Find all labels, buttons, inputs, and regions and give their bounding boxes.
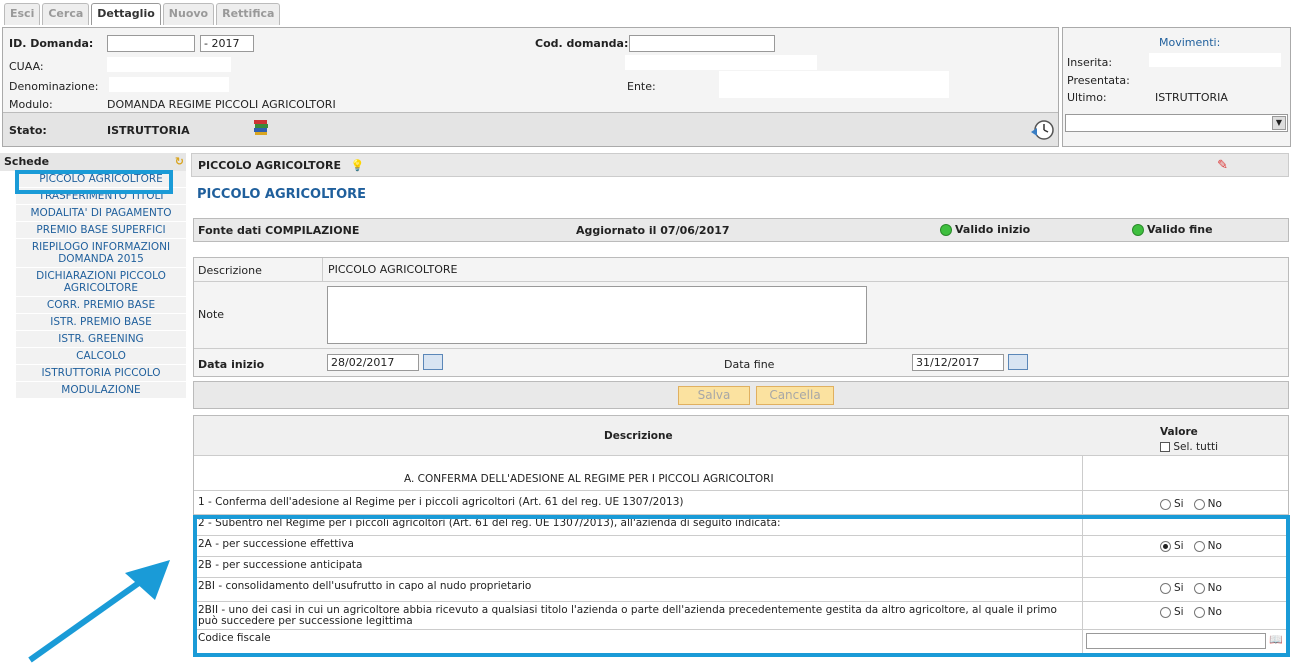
sidebar-item[interactable]: DICHIARAZIONI PICCOLO AGRICOLTORE <box>16 268 186 297</box>
table-header: Descrizione Valore Sel. tutti <box>194 416 1288 456</box>
sidebar-item[interactable]: PREMIO BASE SUPERFICI <box>16 222 186 239</box>
arrow-annotation <box>28 560 170 663</box>
refresh-icon[interactable]: ↻ <box>175 155 184 168</box>
tab-nuovo[interactable]: Nuovo <box>162 3 215 25</box>
tab-rettifica[interactable]: Rettifica <box>216 3 281 25</box>
sidebar-item[interactable]: CALCOLO <box>16 348 186 365</box>
row-text: 1 - Conferma dell'adesione al Regime per… <box>198 496 684 508</box>
chevron-down-icon: ▼ <box>1272 116 1286 130</box>
ente-label: Ente: <box>627 80 656 93</box>
cod-domanda-input[interactable] <box>629 35 775 52</box>
domanda-header: ID. Domanda: - 2017 Cod. domanda: CUAA: … <box>2 27 1059 147</box>
highlight-sidebar-box <box>15 170 173 194</box>
main-header-title: PICCOLO AGRICOLTORE <box>198 159 342 172</box>
sidebar-title: Schede <box>4 155 50 168</box>
sel-tutti[interactable]: Sel. tutti <box>1160 441 1218 453</box>
presentata-label: Presentata: <box>1067 74 1130 87</box>
calendar-icon[interactable] <box>1008 354 1028 370</box>
sidebar-header: Schede ↻ <box>0 153 186 171</box>
descrizione-value: PICCOLO AGRICOLTORE <box>328 263 458 276</box>
sidebar-item[interactable]: RIEPILOGO INFORMAZIONI DOMANDA 2015 <box>16 239 186 268</box>
highlight-box <box>193 515 1290 657</box>
valido-fine-label: Valido fine <box>1147 223 1213 236</box>
id-domanda-input[interactable] <box>107 35 195 52</box>
radio-no-label: No <box>1207 498 1222 510</box>
ultimo-label: Ultimo: <box>1067 91 1107 104</box>
sidebar-item[interactable]: CORR. PREMIO BASE <box>16 297 186 314</box>
inserita-value <box>1149 53 1281 67</box>
stato-value: ISTRUTTORIA <box>107 124 190 137</box>
sidebar-list: PICCOLO AGRICOLTORE TRASFERIMENTO TITOLI M… <box>0 171 186 399</box>
main-header: PICCOLO AGRICOLTORE 💡 ✎ <box>191 153 1289 177</box>
tab-cerca[interactable]: Cerca <box>42 3 90 25</box>
salva-button[interactable]: Salva <box>678 386 750 405</box>
sidebar-item[interactable]: ISTR. GREENING <box>16 331 186 348</box>
ente-code-value <box>625 55 817 70</box>
history-icon[interactable] <box>1029 118 1055 142</box>
movimenti-panel: Movimenti: Inserita: Presentata: Ultimo:… <box>1062 27 1291 147</box>
descrizione-row: Descrizione PICCOLO AGRICOLTORE <box>194 258 1288 282</box>
cuaa-label: CUAA: <box>9 60 44 73</box>
movimenti-select[interactable]: ▼ <box>1065 114 1288 132</box>
sidebar-item[interactable]: MODALITA' DI PAGAMENTO <box>16 205 186 222</box>
books-icon[interactable] <box>253 118 269 136</box>
cuaa-value <box>107 57 231 72</box>
id-year-input[interactable]: - 2017 <box>200 35 254 52</box>
descrizione-label: Descrizione <box>198 264 262 277</box>
si-no-radio-group[interactable]: Si No <box>1160 498 1222 510</box>
denominazione-value <box>109 77 229 92</box>
pencil-icon[interactable]: ✎ <box>1217 158 1228 173</box>
id-year-value: 2017 <box>211 37 240 50</box>
section-a-text: A. CONFERMA DELL'ADESIONE AL REGIME PER … <box>404 473 774 485</box>
action-bar: Salva Cancella <box>193 381 1289 409</box>
data-fine-label: Data fine <box>724 358 775 371</box>
valido-fine: Valido fine <box>1132 223 1213 236</box>
green-status-icon <box>940 224 952 236</box>
calendar-icon[interactable] <box>423 354 443 370</box>
denominazione-label: Denominazione: <box>9 80 99 93</box>
data-inizio-input[interactable]: 28/02/2017 <box>327 354 419 371</box>
note-label: Note <box>198 308 225 321</box>
section-title: PICCOLO AGRICOLTORE <box>197 187 367 202</box>
ultimo-value: ISTRUTTORIA <box>1155 91 1228 104</box>
stato-bar: Stato: ISTRUTTORIA <box>3 112 1058 146</box>
valido-inizio: Valido inizio <box>940 223 1030 236</box>
modulo-value: DOMANDA REGIME PICCOLI AGRICOLTORI <box>107 98 336 111</box>
date-row: Data inizio 28/02/2017 Data fine 31/12/2… <box>194 348 1288 378</box>
sidebar-item[interactable]: ISTRUTTORIA PICCOLO <box>16 365 186 382</box>
note-textarea[interactable] <box>327 286 867 344</box>
modulo-label: Modulo: <box>9 98 53 111</box>
table-row: 1 - Conferma dell'adesione al Regime per… <box>194 494 1288 515</box>
radio-si[interactable] <box>1160 498 1171 510</box>
aggiornato-text: Aggiornato il 07/06/2017 <box>576 224 730 237</box>
inserita-label: Inserita: <box>1067 56 1113 69</box>
sidebar-item[interactable]: ISTR. PREMIO BASE <box>16 314 186 331</box>
ente-value <box>719 71 949 98</box>
data-fine-input[interactable]: 31/12/2017 <box>912 354 1004 371</box>
checkbox-icon[interactable] <box>1160 442 1170 452</box>
id-domanda-label: ID. Domanda: <box>9 37 94 50</box>
detail-form: Descrizione PICCOLO AGRICOLTORE Note Dat… <box>193 257 1289 377</box>
valido-inizio-label: Valido inizio <box>955 223 1031 236</box>
sidebar-item[interactable]: MODULAZIONE <box>16 382 186 399</box>
fonte-text: Fonte dati COMPILAZIONE <box>198 224 360 237</box>
tab-bar: Esci Cerca Dettaglio Nuovo Rettifica <box>4 3 281 25</box>
col-valore: Valore <box>1160 426 1198 438</box>
radio-no[interactable] <box>1193 498 1205 510</box>
sel-tutti-label: Sel. tutti <box>1173 441 1218 453</box>
tab-esci[interactable]: Esci <box>4 3 41 25</box>
cancella-button[interactable]: Cancella <box>756 386 834 405</box>
movimenti-title: Movimenti: <box>1159 36 1221 49</box>
lightbulb-icon[interactable]: 💡 <box>351 159 365 172</box>
section-a-row: A. CONFERMA DELL'ADESIONE AL REGIME PER … <box>194 469 1288 491</box>
stato-label: Stato: <box>9 124 47 137</box>
data-inizio-label: Data inizio <box>198 358 265 371</box>
cod-domanda-label: Cod. domanda: <box>535 37 629 50</box>
col-descrizione: Descrizione <box>604 430 673 442</box>
green-status-icon <box>1132 224 1144 236</box>
radio-si-label: Si <box>1174 498 1184 510</box>
tab-dettaglio[interactable]: Dettaglio <box>91 3 161 25</box>
fonte-bar: Fonte dati COMPILAZIONE Aggiornato il 07… <box>193 218 1289 242</box>
